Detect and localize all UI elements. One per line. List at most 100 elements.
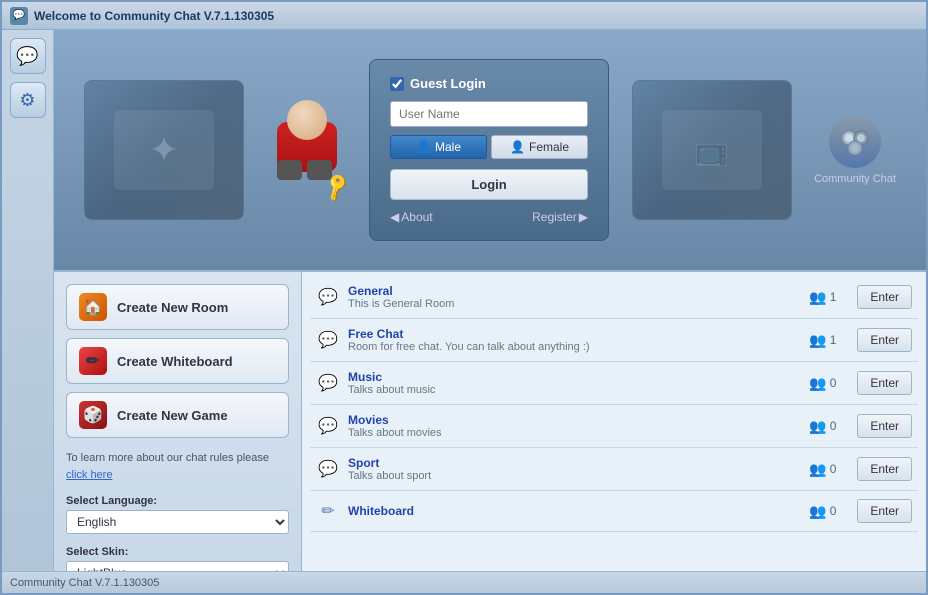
room-description: Talks about movies [348, 427, 801, 439]
avatar-head [287, 100, 327, 140]
left-bg-panel: ✦ [84, 80, 244, 220]
users-icon: 👥 [809, 461, 826, 478]
login-form: Guest Login 👤 Male 👤 Female Login [369, 59, 609, 241]
room-info: General This is General Room [348, 284, 801, 310]
community-logo: Community Chat [814, 116, 896, 185]
room-users: 👥 0 [809, 503, 849, 520]
icon-sidebar: 💬 ⚙ [2, 30, 54, 571]
skin-label: Select Skin: [66, 546, 289, 558]
rules-link[interactable]: click here [66, 469, 112, 481]
room-name: Free Chat [348, 327, 801, 341]
bottom-area: 🏠 Create New Room ✏ Create Whiteboard 🎲 … [54, 270, 926, 571]
female-button[interactable]: 👤 Female [491, 135, 588, 159]
create-room-button[interactable]: 🏠 Create New Room [66, 284, 289, 330]
room-item: 💬 Movies Talks about movies 👥 0 Enter [310, 405, 918, 448]
room-description: Talks about music [348, 384, 801, 396]
register-link[interactable]: Register ▶ [532, 210, 588, 224]
female-icon: 👤 [510, 140, 525, 154]
chevron-right-icon: ▶ [579, 210, 588, 224]
room-users: 👥 1 [809, 289, 849, 306]
room-name: General [348, 284, 801, 298]
room-name: Whiteboard [348, 504, 801, 518]
users-icon: 👥 [809, 289, 826, 306]
settings-sidebar-button[interactable]: ⚙ [10, 82, 46, 118]
room-item: 💬 Free Chat Room for free chat. You can … [310, 319, 918, 362]
community-icon-svg [837, 124, 873, 160]
room-icon: 💬 [316, 371, 340, 395]
room-icon: 💬 [316, 285, 340, 309]
username-input[interactable] [390, 101, 588, 127]
room-item: ✏ Whiteboard 👥 0 Enter [310, 491, 918, 532]
room-users: 👥 0 [809, 461, 849, 478]
room-description: Talks about sport [348, 470, 801, 482]
main-area: 💬 ⚙ ✦ 🔑 [2, 30, 926, 571]
room-users: 👥 0 [809, 418, 849, 435]
logo-icon [829, 116, 881, 168]
title-bar: 💬 Welcome to Community Chat V.7.1.130305 [2, 2, 926, 30]
login-button[interactable]: Login [390, 169, 588, 200]
room-info: Movies Talks about movies [348, 413, 801, 439]
room-info: Whiteboard [348, 504, 801, 518]
enter-button[interactable]: Enter [857, 371, 912, 395]
chat-icon: 💬 [16, 46, 38, 67]
room-icon: 💬 [316, 414, 340, 438]
male-button[interactable]: 👤 Male [390, 135, 487, 159]
room-users: 👥 0 [809, 375, 849, 392]
enter-button[interactable]: Enter [857, 499, 912, 523]
users-icon: 👥 [809, 418, 826, 435]
enter-button[interactable]: Enter [857, 457, 912, 481]
user-count: 0 [830, 376, 837, 390]
left-panel: 🏠 Create New Room ✏ Create Whiteboard 🎲 … [54, 272, 302, 571]
users-icon: 👥 [809, 503, 826, 520]
room-item: 💬 General This is General Room 👥 1 Enter [310, 276, 918, 319]
content-area: ✦ 🔑 Guest Login [54, 30, 926, 571]
login-nav: ◀ About Register ▶ [390, 210, 588, 224]
avatar: 🔑 [267, 100, 347, 200]
room-name: Music [348, 370, 801, 384]
community-label: Community Chat [814, 173, 896, 185]
room-icon: 💬 [316, 328, 340, 352]
room-description: Room for free chat. You can talk about a… [348, 341, 801, 353]
language-dropdown[interactable]: English Spanish French German [66, 510, 289, 534]
guest-login-label: Guest Login [410, 76, 486, 91]
right-bg-panel: 📺 [632, 80, 792, 220]
gear-icon: ⚙ [19, 90, 35, 111]
skin-dropdown[interactable]: LightBlue Dark Classic [66, 561, 289, 571]
room-item: 💬 Music Talks about music 👥 0 Enter [310, 362, 918, 405]
users-icon: 👥 [809, 332, 826, 349]
enter-button[interactable]: Enter [857, 285, 912, 309]
room-icon: ✏ [316, 499, 340, 523]
create-game-button[interactable]: 🎲 Create New Game [66, 392, 289, 438]
status-text: Community Chat V.7.1.130305 [10, 577, 159, 589]
avatar-area: 🔑 [267, 100, 347, 200]
guest-login-row: Guest Login [390, 76, 588, 91]
room-list: 💬 General This is General Room 👥 1 Enter… [302, 272, 926, 571]
language-label: Select Language: [66, 495, 289, 507]
avatar-pants-right [307, 160, 332, 180]
room-info: Music Talks about music [348, 370, 801, 396]
user-count: 0 [830, 462, 837, 476]
room-icon: 💬 [316, 457, 340, 481]
create-game-icon: 🎲 [79, 401, 107, 429]
room-item: 💬 Sport Talks about sport 👥 0 Enter [310, 448, 918, 491]
enter-button[interactable]: Enter [857, 414, 912, 438]
about-link[interactable]: ◀ About [390, 210, 433, 224]
room-info: Free Chat Room for free chat. You can ta… [348, 327, 801, 353]
create-whiteboard-button[interactable]: ✏ Create Whiteboard [66, 338, 289, 384]
status-bar: Community Chat V.7.1.130305 [2, 571, 926, 593]
app-icon: 💬 [10, 7, 28, 25]
room-description: This is General Room [348, 298, 801, 310]
skin-select-group: Select Skin: LightBlue Dark Classic [66, 546, 289, 571]
rules-text: To learn more about our chat rules pleas… [66, 450, 289, 483]
user-count: 0 [830, 419, 837, 433]
enter-button[interactable]: Enter [857, 328, 912, 352]
chat-sidebar-button[interactable]: 💬 [10, 38, 46, 74]
login-panel: ✦ 🔑 Guest Login [54, 30, 926, 270]
guest-checkbox[interactable] [390, 77, 404, 91]
room-info: Sport Talks about sport [348, 456, 801, 482]
avatar-pants-left [277, 160, 302, 180]
language-select-group: Select Language: English Spanish French … [66, 495, 289, 534]
title-text: Welcome to Community Chat V.7.1.130305 [34, 9, 274, 23]
user-count: 1 [830, 290, 837, 304]
room-users: 👥 1 [809, 332, 849, 349]
